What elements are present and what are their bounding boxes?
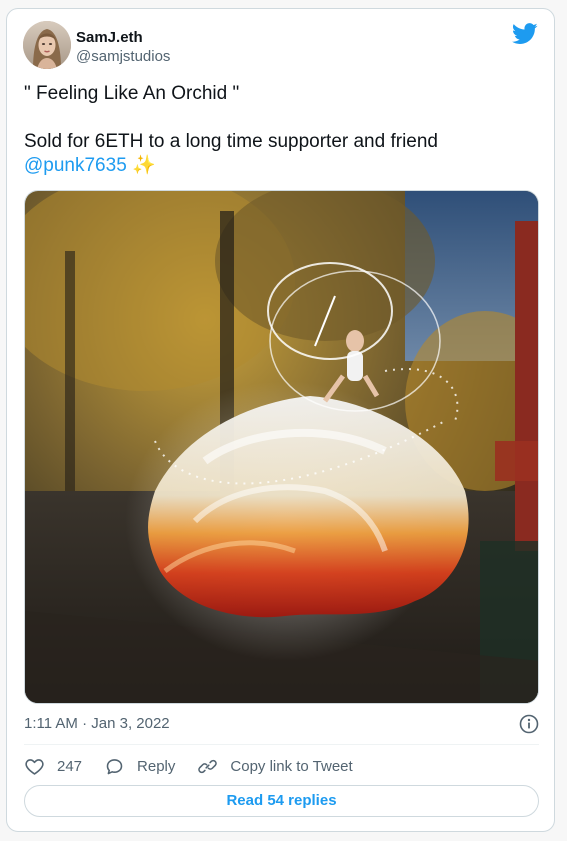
avatar-portrait	[23, 21, 71, 69]
reply-label: Reply	[137, 757, 176, 775]
link-icon	[198, 759, 218, 773]
tweet-timestamp[interactable]: 1:11 AM · Jan 3, 2022	[24, 715, 170, 732]
tweet-header: SamJ.eth @samjstudios	[23, 21, 538, 71]
tweet-title-line: " Feeling Like An Orchid "	[24, 83, 240, 104]
divider	[24, 744, 539, 745]
read-replies-button[interactable]: Read 54 replies	[24, 785, 539, 817]
orchid-dress-artwork	[25, 191, 538, 703]
copy-link-label: Copy link to Tweet	[230, 757, 353, 775]
tweet-body-line: Sold for 6ETH to a long time supporter a…	[24, 131, 439, 152]
display-name[interactable]: SamJ.eth	[76, 29, 170, 47]
mention-link[interactable]: @punk7635	[24, 155, 127, 176]
info-icon[interactable]	[519, 714, 539, 734]
timestamp-row: 1:11 AM · Jan 3, 2022	[24, 714, 539, 735]
like-action[interactable]: 247	[24, 756, 82, 777]
tweet-card: SamJ.eth @samjstudios " Feeling Like An …	[6, 8, 555, 832]
speech-bubble-icon	[106, 758, 123, 774]
copy-link-action[interactable]: Copy link to Tweet	[197, 756, 353, 777]
author-names[interactable]: SamJ.eth @samjstudios	[76, 29, 170, 66]
twitter-bird-icon[interactable]	[511, 23, 538, 45]
likes-count: 247	[57, 757, 83, 775]
tweet-mention-line: @punk7635 ✨	[24, 154, 534, 178]
tweet-text: " Feeling Like An Orchid " Sold for 6ETH…	[24, 82, 534, 178]
reply-action[interactable]: Reply	[104, 756, 175, 777]
sparkles-emoji: ✨	[132, 155, 156, 176]
action-bar: 247 Reply Copy link to Tweet	[24, 754, 375, 778]
author-handle[interactable]: @samjstudios	[76, 47, 170, 66]
avatar[interactable]	[23, 21, 71, 69]
tweet-media-image[interactable]	[24, 190, 539, 704]
heart-icon	[25, 758, 44, 775]
